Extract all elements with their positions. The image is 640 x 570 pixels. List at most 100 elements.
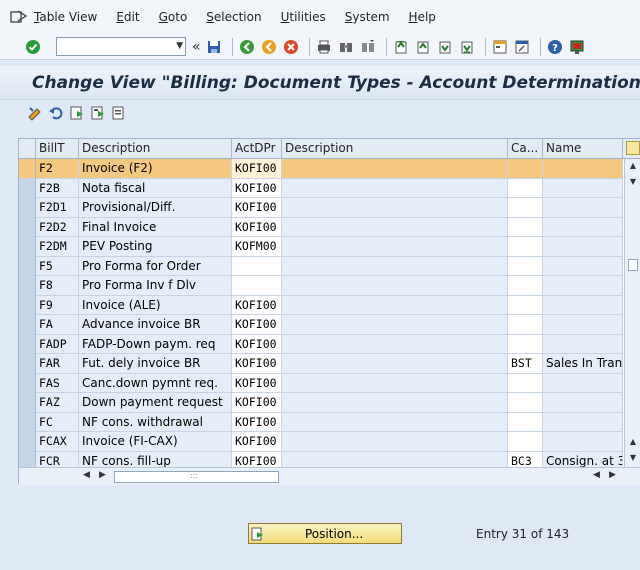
table-settings-icon[interactable] <box>626 141 640 155</box>
cell-actdpr[interactable]: KOFI00 <box>232 178 282 198</box>
column-header-actdpr[interactable]: ActDPr <box>232 139 282 158</box>
cell-actdpr[interactable]: KOFI00 <box>232 198 282 218</box>
scroll-right-icon-2[interactable]: ▶ <box>609 470 616 480</box>
menu-goto[interactable]: Goto <box>159 10 188 24</box>
menu-utilities[interactable]: Utilities <box>281 10 326 24</box>
cell-ca[interactable] <box>508 256 543 276</box>
column-header-ca[interactable]: Ca... <box>508 139 543 158</box>
row-selector[interactable] <box>19 237 36 257</box>
cell-ca[interactable] <box>508 276 543 296</box>
cell-actdpr[interactable] <box>232 276 282 296</box>
menu-app-icon[interactable] <box>10 10 28 24</box>
row-selector[interactable] <box>19 432 36 452</box>
create-session-icon[interactable] <box>491 38 509 56</box>
enter-checkmark-icon[interactable] <box>24 38 42 56</box>
select-all-icon[interactable] <box>68 104 86 122</box>
cell-actdpr[interactable]: KOFM00 <box>232 237 282 257</box>
table-row[interactable]: FCAX Invoice (FI-CAX) KOFI00 <box>19 432 623 452</box>
cell-actdpr[interactable]: KOFI00 <box>232 412 282 432</box>
cell-actdpr[interactable] <box>232 256 282 276</box>
table-row[interactable]: FAS Canc.down pymnt req. KOFI00 <box>19 373 623 393</box>
deselect-all-icon[interactable] <box>110 104 128 122</box>
customize-layout-icon[interactable] <box>568 38 586 56</box>
menu-help[interactable]: Help <box>409 10 436 24</box>
scroll-left-icon[interactable]: ◀ <box>83 470 90 480</box>
horizontal-scroll-thumb[interactable]: ::: <box>114 471 279 483</box>
cell-ca[interactable] <box>508 295 543 315</box>
find-icon[interactable] <box>337 38 355 56</box>
cell-actdpr[interactable]: KOFI00 <box>232 315 282 335</box>
cell-ca[interactable] <box>508 217 543 237</box>
row-selector[interactable] <box>19 256 36 276</box>
horizontal-scrollbar[interactable]: ◀ ▶ ::: ◀ ▶ <box>19 467 640 485</box>
row-selector[interactable] <box>19 159 36 179</box>
cell-ca[interactable] <box>508 373 543 393</box>
scroll-bottom-icon[interactable]: ▼ <box>625 453 640 462</box>
cell-ca[interactable] <box>508 178 543 198</box>
collapse-arrows-icon[interactable]: « <box>192 39 201 55</box>
vertical-scroll-thumb[interactable] <box>628 259 638 271</box>
table-row[interactable]: F2D1 Provisional/Diff. KOFI00 <box>19 198 623 218</box>
select-block-icon[interactable] <box>89 104 107 122</box>
cell-actdpr[interactable]: KOFI00 <box>232 217 282 237</box>
cell-ca[interactable] <box>508 315 543 335</box>
cancel-icon[interactable] <box>282 38 300 56</box>
cell-ca[interactable] <box>508 334 543 354</box>
scroll-down-icon[interactable]: ▲ <box>625 437 640 446</box>
cell-ca[interactable] <box>508 432 543 452</box>
position-button[interactable]: Position... <box>248 523 402 544</box>
row-selector[interactable] <box>19 315 36 335</box>
cell-actdpr[interactable]: KOFI00 <box>232 432 282 452</box>
cell-ca[interactable] <box>508 237 543 257</box>
menu-system[interactable]: System <box>345 10 390 24</box>
selection-column-header[interactable] <box>19 139 36 158</box>
change-display-icon[interactable] <box>26 104 44 122</box>
row-selector[interactable] <box>19 217 36 237</box>
print-icon[interactable] <box>315 38 333 56</box>
first-page-icon[interactable] <box>392 38 410 56</box>
scroll-right-icon[interactable]: ▶ <box>99 470 106 480</box>
table-row[interactable]: F5 Pro Forma for Order <box>19 256 623 276</box>
cell-actdpr[interactable]: KOFI00 <box>232 159 282 179</box>
column-header-description-2[interactable]: Description <box>282 139 508 158</box>
table-row[interactable]: F8 Pro Forma Inv f Dlv <box>19 276 623 296</box>
row-selector[interactable] <box>19 276 36 296</box>
row-selector[interactable] <box>19 373 36 393</box>
exit-icon[interactable] <box>260 38 278 56</box>
row-selector[interactable] <box>19 295 36 315</box>
cell-ca[interactable] <box>508 198 543 218</box>
undo-icon[interactable] <box>47 104 65 122</box>
column-header-billt[interactable]: BillT <box>36 139 79 158</box>
next-page-icon[interactable] <box>436 38 454 56</box>
cell-ca[interactable] <box>508 393 543 413</box>
scroll-up-icon[interactable]: ▼ <box>625 177 640 186</box>
scroll-top-icon[interactable]: ▲ <box>625 161 640 170</box>
table-row[interactable]: FAZ Down payment request KOFI00 <box>19 393 623 413</box>
table-row[interactable]: FC NF cons. withdrawal KOFI00 <box>19 412 623 432</box>
command-field[interactable]: ▼ <box>56 37 186 56</box>
table-row[interactable]: FAR Fut. dely invoice BR KOFI00 BST Sales In… <box>19 354 623 374</box>
cell-actdpr[interactable]: KOFI00 <box>232 334 282 354</box>
cell-actdpr[interactable]: KOFI00 <box>232 354 282 374</box>
table-row[interactable]: F2DM PEV Posting KOFM00 <box>19 237 623 257</box>
column-header-description[interactable]: Description <box>79 139 232 158</box>
help-icon[interactable]: ? <box>546 38 564 56</box>
menu-table-view[interactable]: Table View <box>34 10 97 24</box>
menu-edit[interactable]: Edit <box>116 10 139 24</box>
row-selector[interactable] <box>19 354 36 374</box>
shortcut-icon[interactable] <box>513 38 531 56</box>
cell-actdpr[interactable]: KOFI00 <box>232 393 282 413</box>
previous-page-icon[interactable] <box>414 38 432 56</box>
row-selector[interactable] <box>19 393 36 413</box>
row-selector[interactable] <box>19 412 36 432</box>
table-row[interactable]: F2D2 Final Invoice KOFI00 <box>19 217 623 237</box>
menu-selection[interactable]: Selection <box>206 10 261 24</box>
row-selector[interactable] <box>19 334 36 354</box>
cell-ca[interactable] <box>508 159 543 179</box>
row-selector[interactable] <box>19 178 36 198</box>
table-row[interactable]: FADP FADP-Down paym. req KOFI00 <box>19 334 623 354</box>
table-row[interactable]: F2 Invoice (F2) KOFI00 <box>19 159 623 179</box>
vertical-scrollbar[interactable]: ▲ ▼ ▲ ▼ <box>624 159 640 467</box>
table-row[interactable]: F9 Invoice (ALE) KOFI00 <box>19 295 623 315</box>
table-row[interactable]: FA Advance invoice BR KOFI00 <box>19 315 623 335</box>
